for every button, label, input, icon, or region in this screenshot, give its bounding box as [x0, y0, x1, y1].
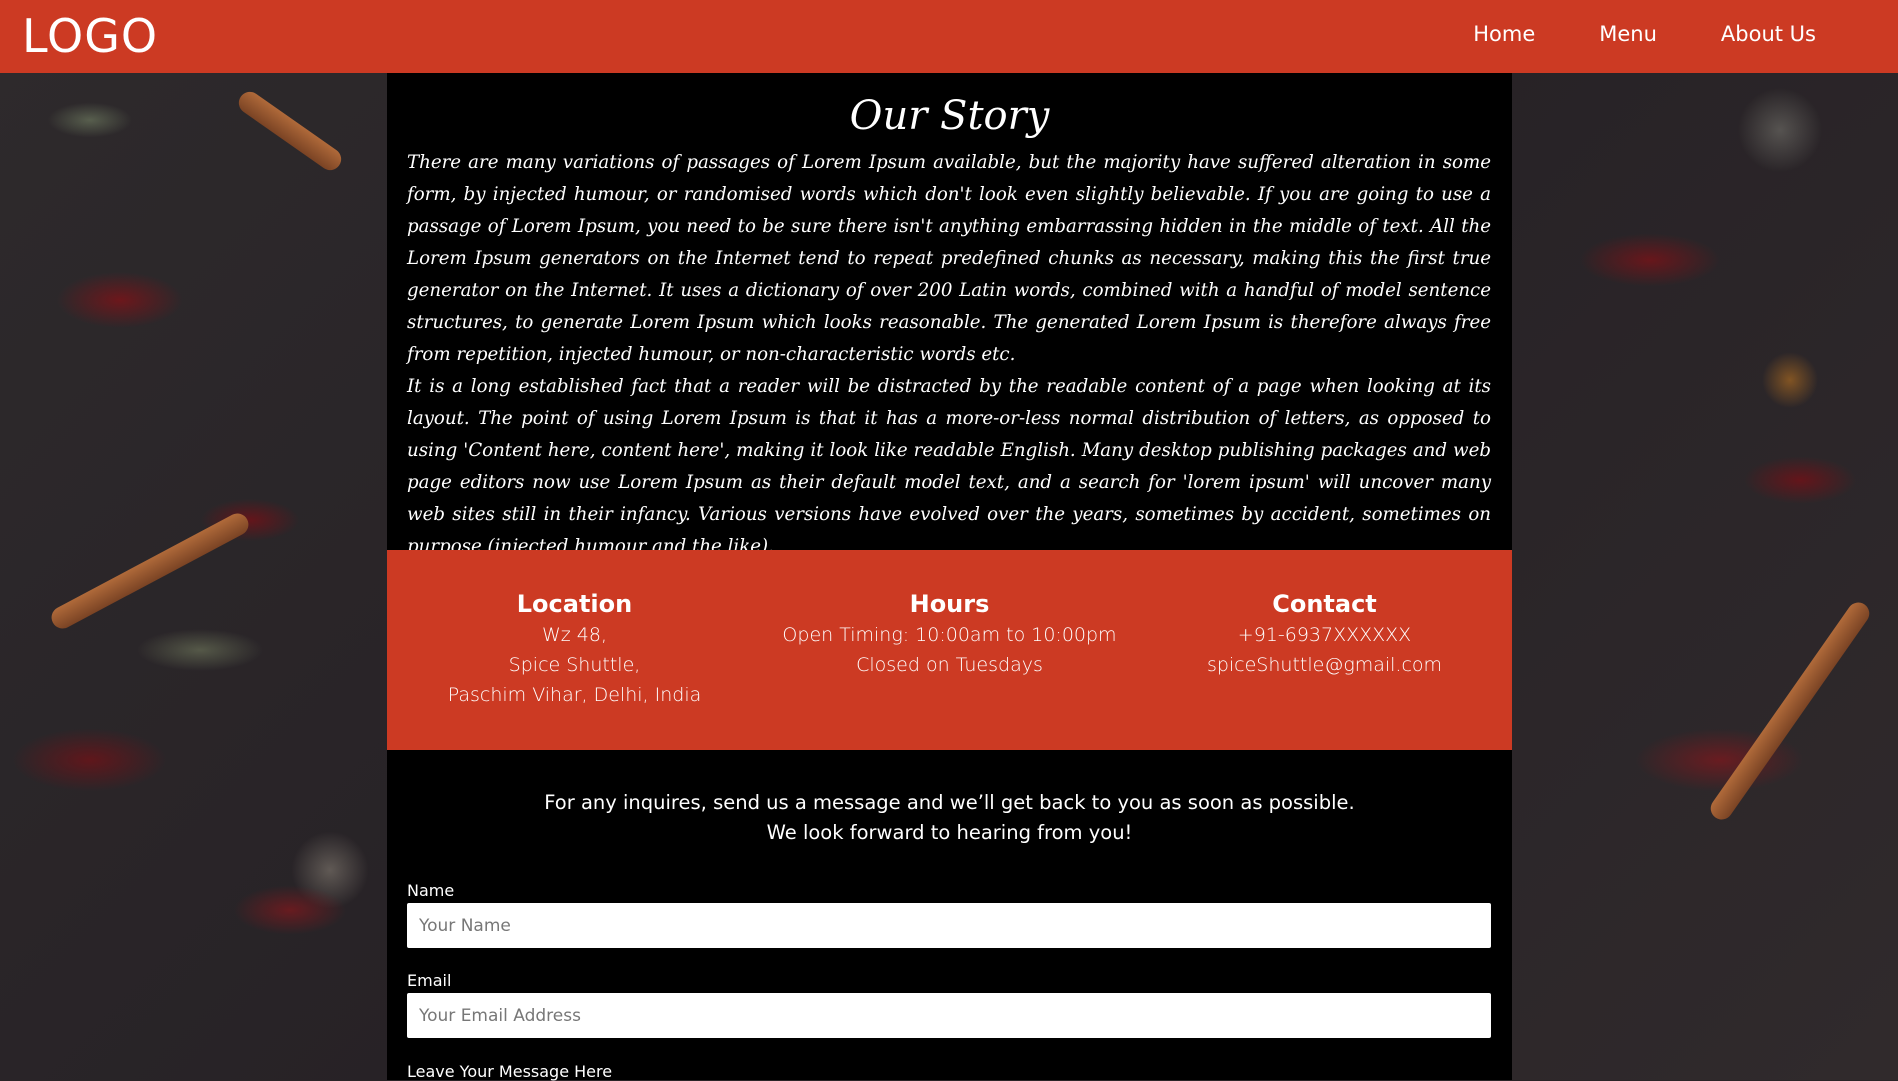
message-label: Leave Your Message Here [407, 1062, 613, 1081]
email-input[interactable] [407, 993, 1491, 1038]
story-text: There are many variations of passages of… [407, 147, 1491, 563]
location-section: Location Wz 48, Spice Shuttle, Paschim V… [387, 590, 762, 710]
hours-line-1: Open Timing: 10:00am to 10:00pm [782, 624, 1117, 646]
hours-line-2: Closed on Tuesdays [856, 654, 1043, 676]
nav-home-link[interactable]: Home [1473, 22, 1535, 46]
location-heading: Location [516, 590, 633, 618]
cinnamon-stick-right [1706, 598, 1874, 824]
cinnamon-stick-left [47, 509, 253, 633]
nav-links: Home Menu About Us [1409, 22, 1816, 46]
name-label: Name [407, 881, 455, 900]
hours-section: Hours Open Timing: 10:00am to 10:00pm Cl… [762, 590, 1137, 680]
navbar: LOGO Home Menu About Us [0, 0, 1898, 73]
contact-email[interactable]: spiceShuttle@gmail.com [1137, 650, 1512, 680]
inquiry-line-2: We look forward to hearing from you! [766, 821, 1133, 844]
story-paragraph-2: It is a long established fact that a rea… [407, 376, 1491, 557]
hours-heading: Hours [909, 590, 990, 618]
nav-about-us-link[interactable]: About Us [1721, 22, 1816, 46]
main-content: Our Story There are many variations of p… [387, 73, 1512, 1081]
nav-menu-link[interactable]: Menu [1599, 22, 1657, 46]
inquiry-text: For any inquires, send us a message and … [387, 788, 1512, 848]
story-title: Our Story [849, 93, 1050, 139]
location-line-2: Spice Shuttle, [508, 654, 641, 676]
location-line-1: Wz 48, [541, 624, 607, 646]
contact-heading: Contact [1272, 590, 1377, 618]
story-paragraph-1: There are many variations of passages of… [407, 152, 1491, 365]
name-input[interactable] [407, 903, 1491, 948]
info-band: Location Wz 48, Spice Shuttle, Paschim V… [387, 550, 1512, 750]
location-line-3: Paschim Vihar, Delhi, India [447, 684, 702, 706]
inquiry-line-1: For any inquires, send us a message and … [544, 791, 1355, 814]
email-label: Email [407, 971, 452, 990]
cinnamon-stick-top-left [234, 87, 346, 175]
contact-section: Contact +91-6937XXXXXX spiceShuttle@gmai… [1137, 590, 1512, 680]
contact-phone[interactable]: +91-6937XXXXXX [1137, 620, 1512, 650]
logo[interactable]: LOGO [22, 9, 158, 63]
